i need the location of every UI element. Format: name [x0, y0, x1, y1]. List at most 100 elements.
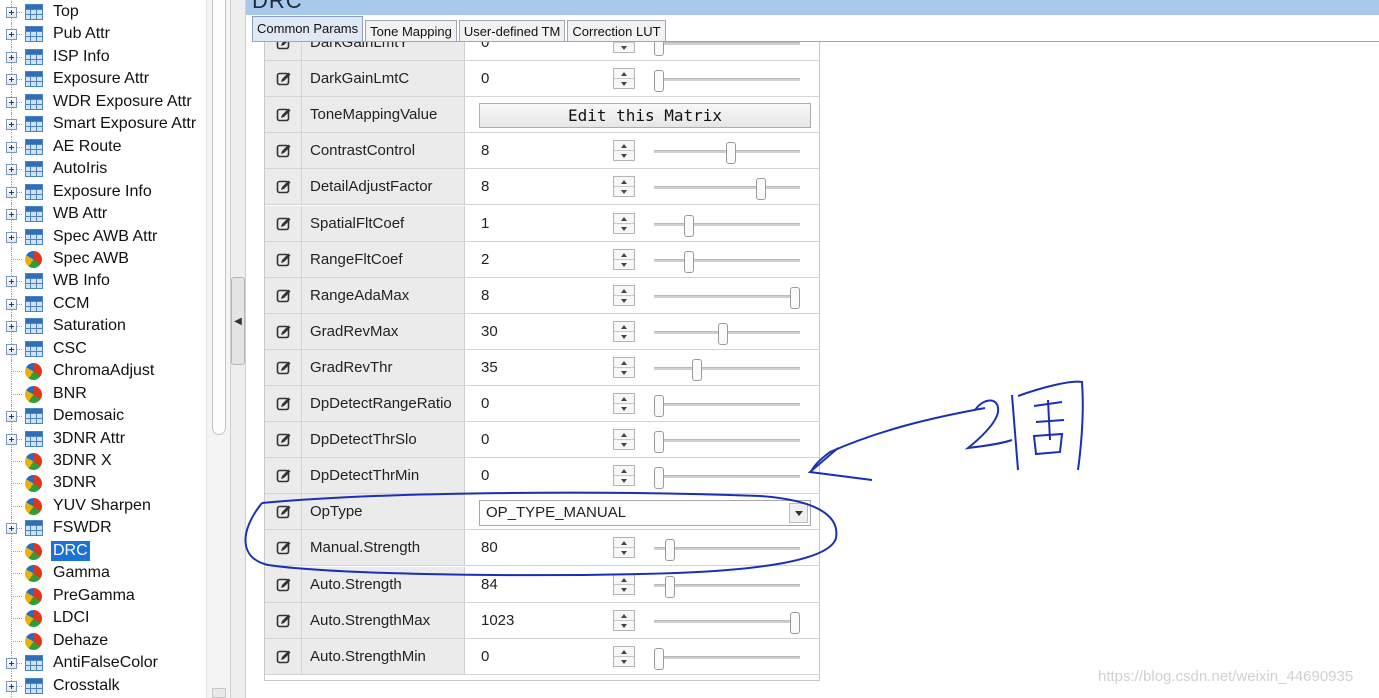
param-slider[interactable] [654, 42, 800, 56]
stepper-up-icon[interactable] [614, 69, 634, 80]
value-stepper[interactable] [613, 284, 635, 306]
stepper-down-icon[interactable] [614, 296, 634, 306]
slider-thumb[interactable] [683, 250, 694, 273]
chevron-down-icon[interactable] [789, 503, 808, 524]
slider-thumb[interactable] [756, 178, 766, 201]
panel-splitter[interactable]: ◀ [230, 0, 246, 698]
tree-item[interactable]: CSC [0, 337, 206, 360]
param-slider[interactable] [654, 358, 800, 381]
stepper-up-icon[interactable] [614, 611, 634, 621]
param-value-input[interactable]: 80 [481, 530, 498, 566]
tree-item[interactable]: ChromaAdjust [0, 360, 206, 383]
stepper-up-icon[interactable] [614, 647, 634, 657]
expand-plus-icon[interactable] [6, 231, 17, 243]
stepper-up-icon[interactable] [614, 141, 634, 152]
tree-item[interactable]: Gamma [0, 562, 206, 585]
value-stepper[interactable] [613, 465, 635, 487]
expand-plus-icon[interactable] [6, 51, 17, 63]
edit-param-button[interactable] [265, 133, 302, 169]
param-value-input[interactable]: 1 [481, 206, 489, 242]
edit-param-button[interactable] [265, 61, 302, 97]
stepper-up-icon[interactable] [614, 430, 634, 441]
expand-plus-icon[interactable] [6, 321, 17, 333]
param-value-input[interactable]: 30 [481, 314, 498, 350]
value-stepper[interactable] [613, 537, 635, 559]
param-value-input[interactable]: 0 [481, 61, 489, 97]
slider-thumb[interactable] [654, 395, 664, 417]
slider-thumb[interactable] [654, 431, 664, 454]
slider-thumb[interactable] [654, 42, 664, 56]
tree-item[interactable]: YUV Sharpen [0, 494, 206, 517]
tree-item[interactable]: Crosstalk [0, 674, 206, 697]
tree-item[interactable]: Exposure Attr [0, 68, 206, 91]
value-stepper[interactable] [613, 248, 635, 270]
tree-item[interactable]: WB Info [0, 270, 206, 293]
param-slider[interactable] [654, 431, 800, 454]
slider-thumb[interactable] [664, 575, 675, 598]
param-slider[interactable] [654, 575, 800, 598]
expand-plus-icon[interactable] [6, 164, 17, 176]
value-stepper[interactable] [613, 609, 635, 631]
slider-thumb[interactable] [654, 467, 664, 490]
expand-plus-icon[interactable] [6, 411, 17, 423]
tree-item[interactable]: WDR Exposure Attr [0, 90, 206, 113]
tree-scrollbar-thumb[interactable] [212, 0, 226, 435]
param-slider[interactable] [654, 70, 800, 93]
value-stepper[interactable] [613, 212, 635, 234]
tab-tone-mapping[interactable]: Tone Mapping [365, 20, 457, 42]
slider-thumb[interactable] [790, 611, 800, 634]
tree-item[interactable]: FSWDR [0, 517, 206, 540]
expand-plus-icon[interactable] [6, 680, 17, 692]
param-slider[interactable] [654, 467, 800, 490]
op-type-select[interactable]: OP_TYPE_MANUAL [479, 500, 811, 527]
param-value-input[interactable]: 8 [481, 133, 489, 169]
slider-thumb[interactable] [726, 142, 737, 165]
tree-item[interactable]: Saturation [0, 315, 206, 338]
tree-item[interactable]: Spec AWB [0, 247, 206, 270]
value-stepper[interactable] [613, 645, 635, 667]
tree-item[interactable]: Top [0, 1, 206, 23]
stepper-up-icon[interactable] [614, 394, 634, 404]
param-slider[interactable] [654, 322, 800, 345]
tree-item[interactable]: AntiFalseColor [0, 652, 206, 675]
value-stepper[interactable] [613, 176, 635, 198]
param-value-input[interactable]: 0 [481, 386, 489, 422]
param-value-input[interactable]: 35 [481, 350, 498, 386]
value-stepper[interactable] [613, 429, 635, 451]
edit-param-button[interactable] [265, 205, 302, 241]
tree-item[interactable]: 3DNR X [0, 450, 206, 472]
slider-thumb[interactable] [717, 322, 728, 345]
slider-thumb[interactable] [683, 214, 694, 237]
edit-param-button[interactable] [265, 386, 302, 421]
tree-item[interactable]: BNR [0, 382, 206, 405]
expand-plus-icon[interactable] [6, 141, 17, 153]
param-value-input[interactable]: 0 [481, 458, 489, 494]
stepper-down-icon[interactable] [614, 79, 634, 89]
value-stepper[interactable] [613, 68, 635, 90]
tree-item[interactable]: Exposure Info [0, 180, 206, 203]
slider-thumb[interactable] [790, 286, 800, 309]
slider-thumb[interactable] [692, 358, 703, 381]
expand-plus-icon[interactable] [6, 433, 17, 445]
tab-common-params[interactable]: Common Params [252, 16, 364, 42]
tree-item[interactable]: DRC [0, 539, 206, 562]
param-slider[interactable] [654, 178, 800, 201]
value-stepper[interactable] [613, 320, 635, 342]
param-value-input[interactable]: 2 [481, 242, 489, 278]
expand-plus-icon[interactable] [6, 186, 17, 198]
param-slider[interactable] [654, 250, 800, 273]
stepper-down-icon[interactable] [614, 151, 634, 161]
tab-user-defined-tm[interactable]: User-defined TM [458, 20, 566, 42]
edit-param-button[interactable] [265, 349, 302, 385]
tree-item[interactable]: Demosaic [0, 405, 206, 428]
stepper-up-icon[interactable] [614, 322, 634, 332]
expand-plus-icon[interactable] [6, 298, 17, 310]
tree-item[interactable]: Smart Exposure Attr [0, 113, 206, 136]
tree-item[interactable]: Pub Attr [0, 23, 206, 46]
edit-matrix-button[interactable]: Edit this Matrix [479, 103, 811, 129]
expand-plus-icon[interactable] [6, 29, 17, 41]
value-stepper[interactable] [613, 356, 635, 378]
edit-param-button[interactable] [265, 530, 302, 566]
edit-param-button[interactable] [265, 42, 302, 60]
value-stepper[interactable] [613, 140, 635, 162]
